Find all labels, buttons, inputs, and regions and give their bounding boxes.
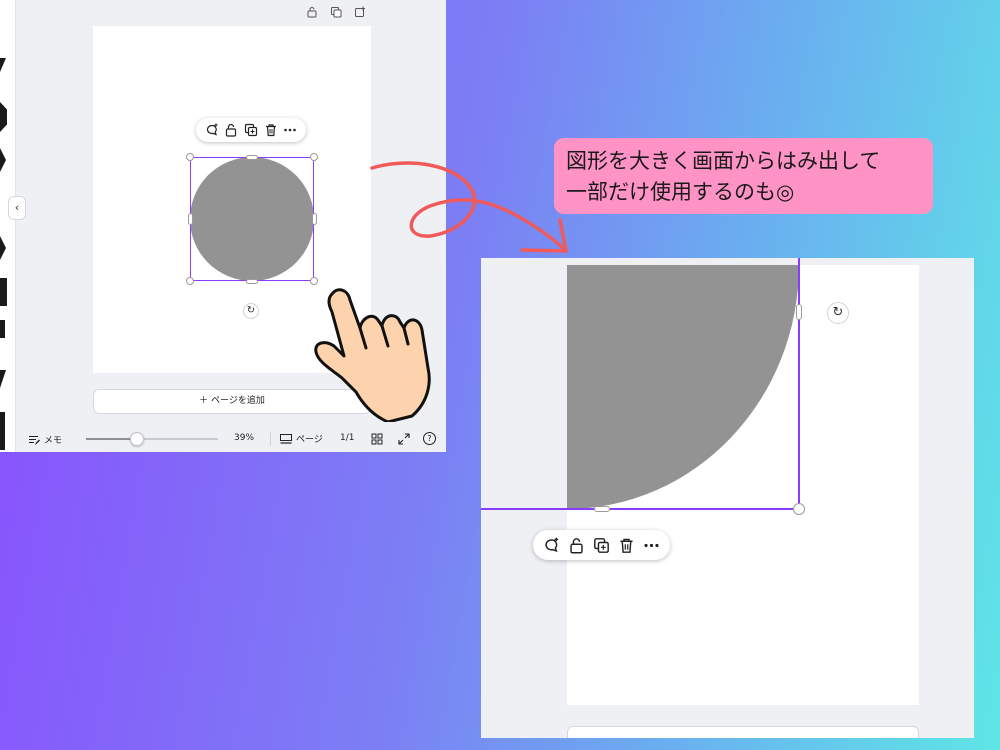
zoom-slider[interactable] [86, 432, 218, 446]
duplicate-icon[interactable] [593, 537, 610, 554]
page-counter: 1/1 [340, 433, 355, 443]
resize-handle-top-right[interactable] [310, 153, 318, 161]
callout-line-2: 一部だけ使用するのも◎ [566, 180, 795, 204]
lock-icon[interactable] [224, 123, 238, 137]
trash-icon[interactable] [618, 537, 635, 554]
resize-handle-top-left[interactable] [186, 153, 194, 161]
resize-handle-top[interactable] [246, 155, 258, 160]
notes-icon [29, 435, 40, 445]
notes-label: メモ [44, 436, 63, 446]
sidebar-shape-thumbnail[interactable] [0, 102, 7, 132]
resize-handle-right[interactable] [796, 304, 802, 320]
tip-callout: 図形を大きく画面からはみ出して 一部だけ使用するのも◎ [554, 138, 933, 214]
selection-box-edge-right [798, 258, 800, 510]
sidebar-shape-thumbnail[interactable] [0, 58, 6, 72]
selection-box [190, 157, 314, 281]
resize-handle-left[interactable] [188, 213, 193, 225]
rotate-handle[interactable]: ↻ [827, 302, 849, 324]
sidebar-shape-thumbnail[interactable] [0, 236, 6, 260]
notes-button[interactable]: メモ [28, 433, 62, 446]
curly-arrow [370, 161, 568, 253]
resize-handle-bottom-right[interactable] [793, 503, 805, 515]
lock-icon[interactable] [568, 537, 585, 554]
pages-button[interactable]: ページ [280, 432, 323, 445]
element-toolbar [533, 530, 670, 560]
sidebar-collapse-button[interactable]: ‹ [8, 196, 26, 220]
resize-handle-bottom[interactable] [594, 506, 610, 512]
resize-handle-right[interactable] [312, 213, 317, 225]
grid-view-icon[interactable] [371, 433, 383, 445]
sidebar-shape-thumbnail[interactable] [0, 370, 6, 388]
zoom-slider-thumb[interactable] [130, 432, 144, 446]
duplicate-icon[interactable] [244, 123, 258, 137]
trash-icon[interactable] [264, 123, 278, 137]
resize-handle-bottom-left[interactable] [186, 277, 194, 285]
help-button[interactable]: ? [423, 432, 436, 445]
sidebar-shape-thumbnail[interactable] [0, 278, 7, 306]
element-toolbar [196, 118, 306, 142]
add-page-button[interactable] [567, 726, 919, 738]
page-actions [306, 6, 366, 18]
editor-screenshot-after: ↻ [481, 258, 974, 738]
resize-handle-bottom[interactable] [246, 279, 258, 284]
rotate-handle[interactable]: ↻ [243, 303, 259, 319]
divider [270, 432, 271, 446]
selection-box-edge-bottom [481, 508, 799, 510]
elements-sidebar[interactable] [0, 0, 16, 452]
more-icon[interactable] [643, 537, 660, 554]
status-bar: メモ 39% ページ 1/1 ? [16, 426, 446, 452]
add-page-icon[interactable] [354, 6, 366, 18]
pages-icon [280, 433, 292, 444]
lock-icon[interactable] [306, 6, 318, 18]
callout-line-1: 図形を大きく画面からはみ出して [566, 149, 881, 173]
comment-add-icon[interactable] [205, 123, 219, 137]
fullscreen-icon[interactable] [398, 433, 410, 445]
sidebar-shape-thumbnail[interactable] [0, 148, 6, 172]
pointing-hand-icon [314, 288, 431, 422]
pages-label: ページ [296, 435, 323, 445]
sidebar-shape-thumbnail[interactable] [0, 412, 5, 450]
more-icon[interactable] [283, 123, 297, 137]
comment-add-icon[interactable] [543, 537, 560, 554]
zoom-level[interactable]: 39% [234, 433, 254, 443]
sidebar-shape-thumbnail[interactable] [0, 320, 5, 338]
duplicate-icon[interactable] [330, 6, 342, 18]
